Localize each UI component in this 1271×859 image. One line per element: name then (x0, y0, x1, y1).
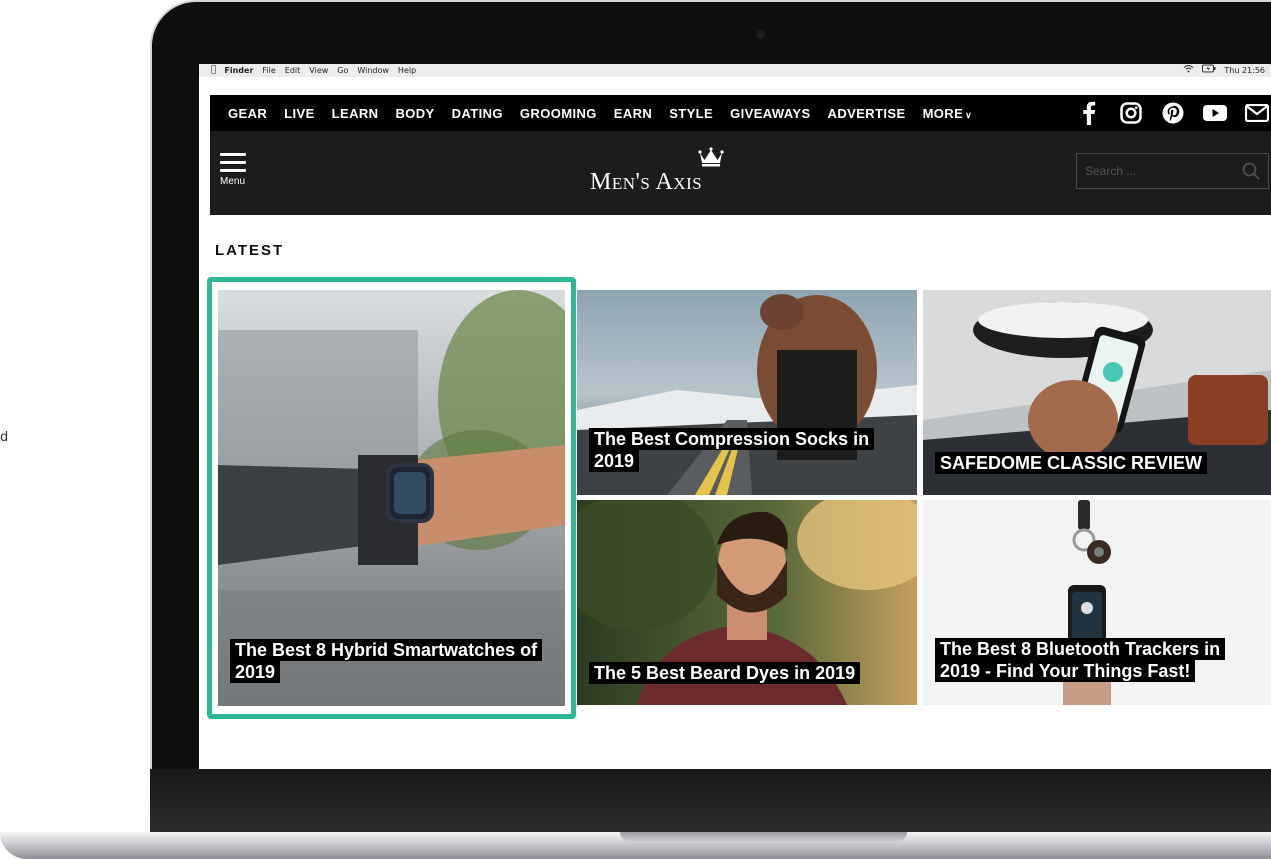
search-input[interactable] (1077, 163, 1237, 179)
article-title: The Best 8 Bluetooth Trackers in 2019 - … (935, 638, 1226, 682)
hamburger-icon (220, 153, 246, 156)
mail-icon[interactable] (1245, 101, 1269, 125)
article-card-safedome[interactable]: SAFEDOME CLASSIC REVIEW (923, 290, 1271, 495)
webcam (756, 30, 765, 39)
nav-live[interactable]: LIVE (284, 106, 315, 121)
site-logo-text: Men's Axis (590, 169, 703, 195)
article-caption: The Best 8 Hybrid Smartwatches of 2019 (230, 639, 550, 683)
pinterest-icon[interactable] (1161, 101, 1185, 125)
article-card-beard-dyes[interactable]: The 5 Best Beard Dyes in 2019 (577, 500, 917, 705)
nav-more[interactable]: MORE ∨ (923, 106, 973, 121)
nav-giveaways[interactable]: GIVEAWAYS (730, 106, 810, 121)
nav-advertise[interactable]: ADVERTISE (828, 106, 906, 121)
menu-view[interactable]: View (309, 64, 328, 77)
menubar-clock[interactable]: Thu 21:56 (1224, 64, 1265, 77)
menu-file[interactable]: File (262, 64, 275, 77)
menu-window[interactable]: Window (357, 64, 389, 77)
menu-help[interactable]: Help (398, 64, 416, 77)
article-title: The 5 Best Beard Dyes in 2019 (589, 662, 861, 684)
article-title: SAFEDOME CLASSIC REVIEW (935, 452, 1208, 474)
article-title: The Best 8 Hybrid Smartwatches of 2019 (230, 639, 543, 683)
stray-glyph: d (0, 430, 9, 445)
menu-app-name[interactable]: Finder (224, 64, 253, 77)
facebook-icon[interactable] (1077, 101, 1101, 125)
nav-grooming[interactable]: GROOMING (520, 106, 597, 121)
nav-dating[interactable]: DATING (452, 106, 503, 121)
youtube-icon[interactable] (1203, 101, 1227, 125)
laptop-hinge-notch (620, 832, 907, 841)
nav-learn[interactable]: LEARN (332, 106, 379, 121)
nav-style[interactable]: STYLE (669, 106, 713, 121)
nav-body[interactable]: BODY (395, 106, 434, 121)
section-title: LATEST (215, 242, 285, 259)
search-box (1076, 153, 1269, 189)
social-links (1077, 95, 1271, 131)
article-card-compression-socks[interactable]: The Best Compression Socks in 2019 (577, 290, 917, 495)
wifi-icon[interactable] (1183, 64, 1194, 77)
mac-menubar:  Finder File Edit View Go Window Help T… (199, 64, 1271, 77)
search-icon[interactable] (1242, 162, 1260, 184)
apple-icon[interactable]:  (211, 64, 216, 77)
instagram-icon[interactable] (1119, 101, 1143, 125)
article-title: The Best Compression Socks in 2019 (589, 428, 875, 472)
laptop-bezel-bottom (150, 769, 1271, 835)
chevron-down-icon: ∨ (965, 109, 973, 120)
article-caption: SAFEDOME CLASSIC REVIEW (935, 452, 1255, 474)
crown-icon (698, 147, 724, 174)
nav-gear[interactable]: GEAR (228, 106, 267, 121)
nav-more-label: MORE (922, 105, 964, 121)
article-card-bluetooth-trackers[interactable]: The Best 8 Bluetooth Trackers in 2019 - … (923, 500, 1271, 705)
article-caption: The 5 Best Beard Dyes in 2019 (589, 662, 909, 684)
battery-icon[interactable] (1202, 64, 1216, 77)
site-top-nav: GEAR LIVE LEARN BODY DATING GROOMING EAR… (210, 95, 1271, 131)
article-caption: The Best 8 Bluetooth Trackers in 2019 - … (935, 638, 1265, 682)
article-caption: The Best Compression Socks in 2019 (589, 428, 889, 472)
menu-go[interactable]: Go (337, 64, 348, 77)
menu-label: Menu (220, 176, 246, 187)
laptop-screen:  Finder File Edit View Go Window Help T… (199, 64, 1271, 769)
hamburger-icon-bar (220, 169, 246, 172)
site-logo[interactable]: Men's Axis (590, 147, 724, 196)
menu-edit[interactable]: Edit (285, 64, 301, 77)
site-header: Menu Men's Axis (210, 131, 1271, 215)
hamburger-icon-bar (220, 161, 246, 164)
menu-button[interactable]: Menu (220, 153, 246, 187)
article-card-smartwatches[interactable]: The Best 8 Hybrid Smartwatches of 2019 (218, 290, 565, 706)
nav-earn[interactable]: EARN (614, 106, 652, 121)
